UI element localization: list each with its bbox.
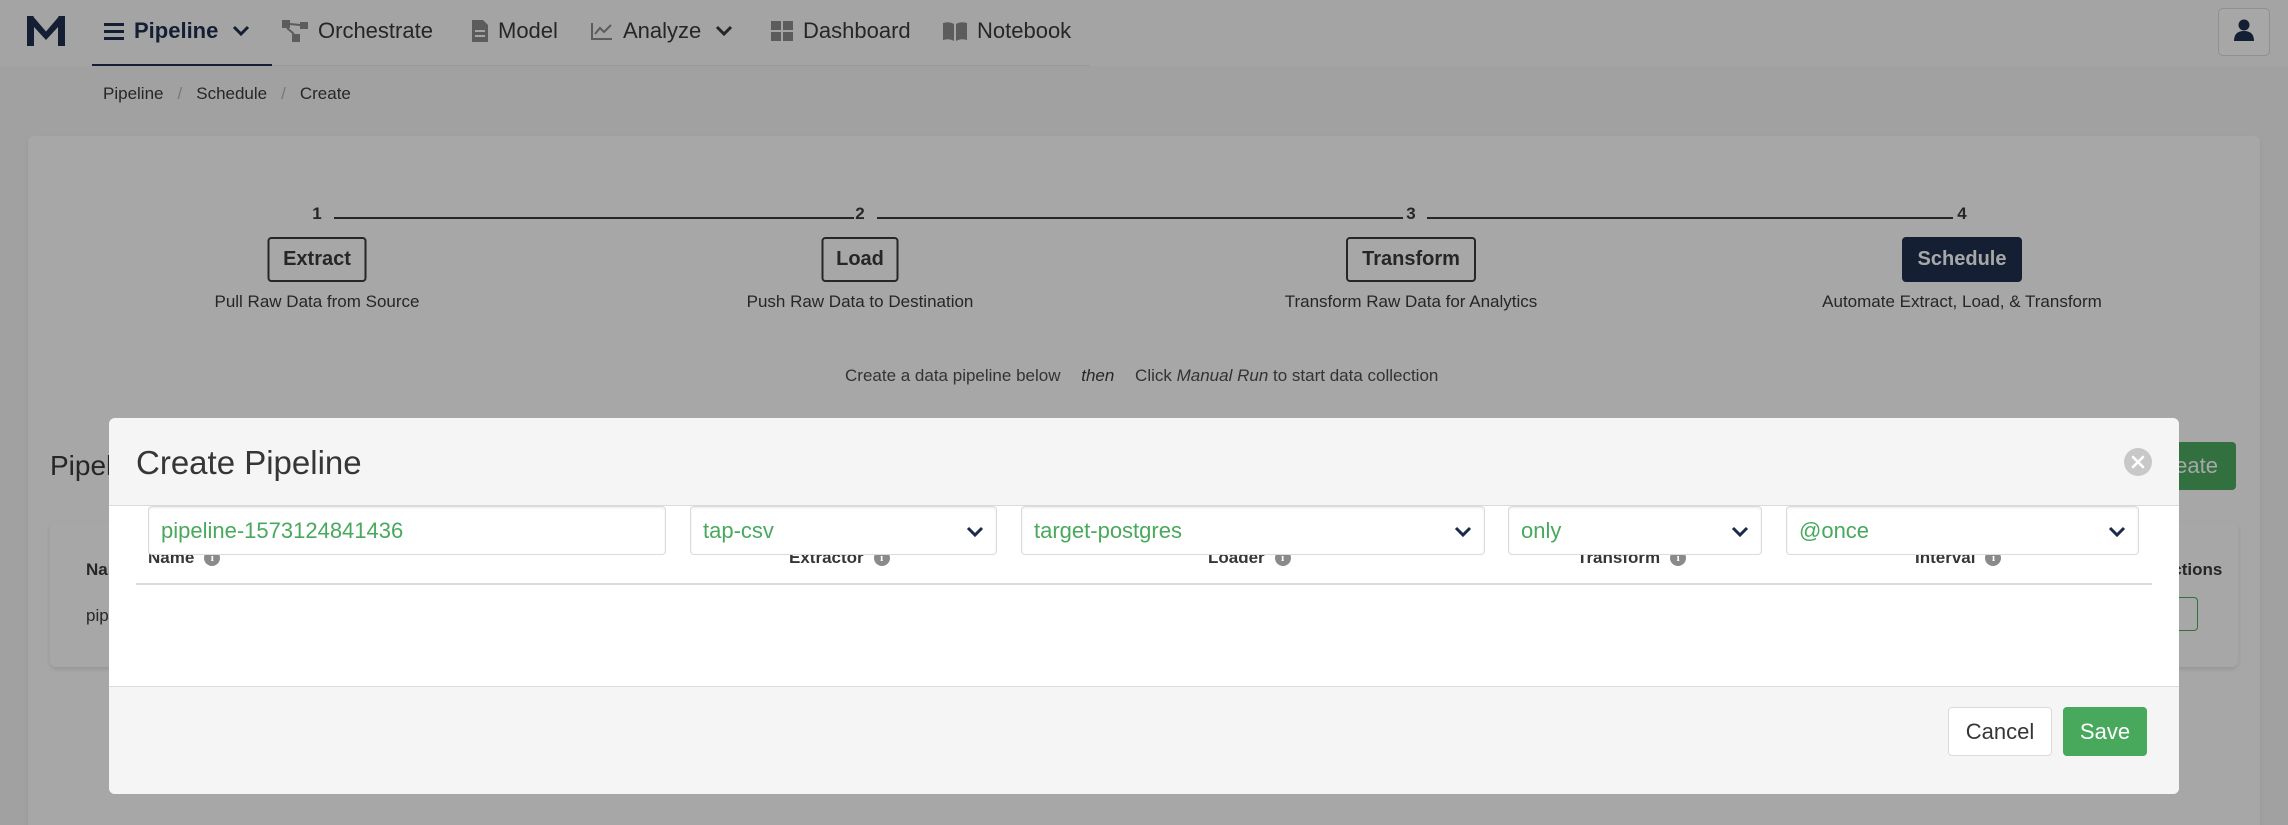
chevron-down-icon	[1731, 518, 1749, 544]
cancel-button[interactable]: Cancel	[1948, 707, 2052, 756]
interval-value: @once	[1799, 517, 1870, 543]
close-button[interactable]	[2124, 448, 2152, 476]
chevron-down-icon	[2108, 518, 2126, 544]
interval-select[interactable]: @once	[1786, 506, 2139, 555]
save-button[interactable]: Save	[2063, 707, 2147, 756]
transform-select[interactable]: only	[1508, 506, 1762, 555]
loader-value: target-postgres	[1034, 517, 1182, 543]
close-icon	[2131, 455, 2145, 469]
chevron-down-icon	[1454, 518, 1472, 544]
chevron-down-icon	[966, 518, 984, 544]
modal-footer	[109, 686, 2179, 794]
extractor-select[interactable]: tap-csv	[690, 506, 997, 555]
modal-header: Create Pipeline	[109, 418, 2179, 506]
create-pipeline-modal: Create Pipeline	[109, 418, 2179, 794]
transform-value: only	[1521, 517, 1562, 543]
pipeline-name-input[interactable]: pipeline-1573124841436	[148, 506, 666, 555]
table-header-divider	[136, 583, 2152, 585]
modal-title: Create Pipeline	[136, 444, 362, 481]
extractor-value: tap-csv	[703, 517, 774, 543]
loader-select[interactable]: target-postgres	[1021, 506, 1485, 555]
pipeline-name-value: pipeline-1573124841436	[161, 517, 404, 543]
